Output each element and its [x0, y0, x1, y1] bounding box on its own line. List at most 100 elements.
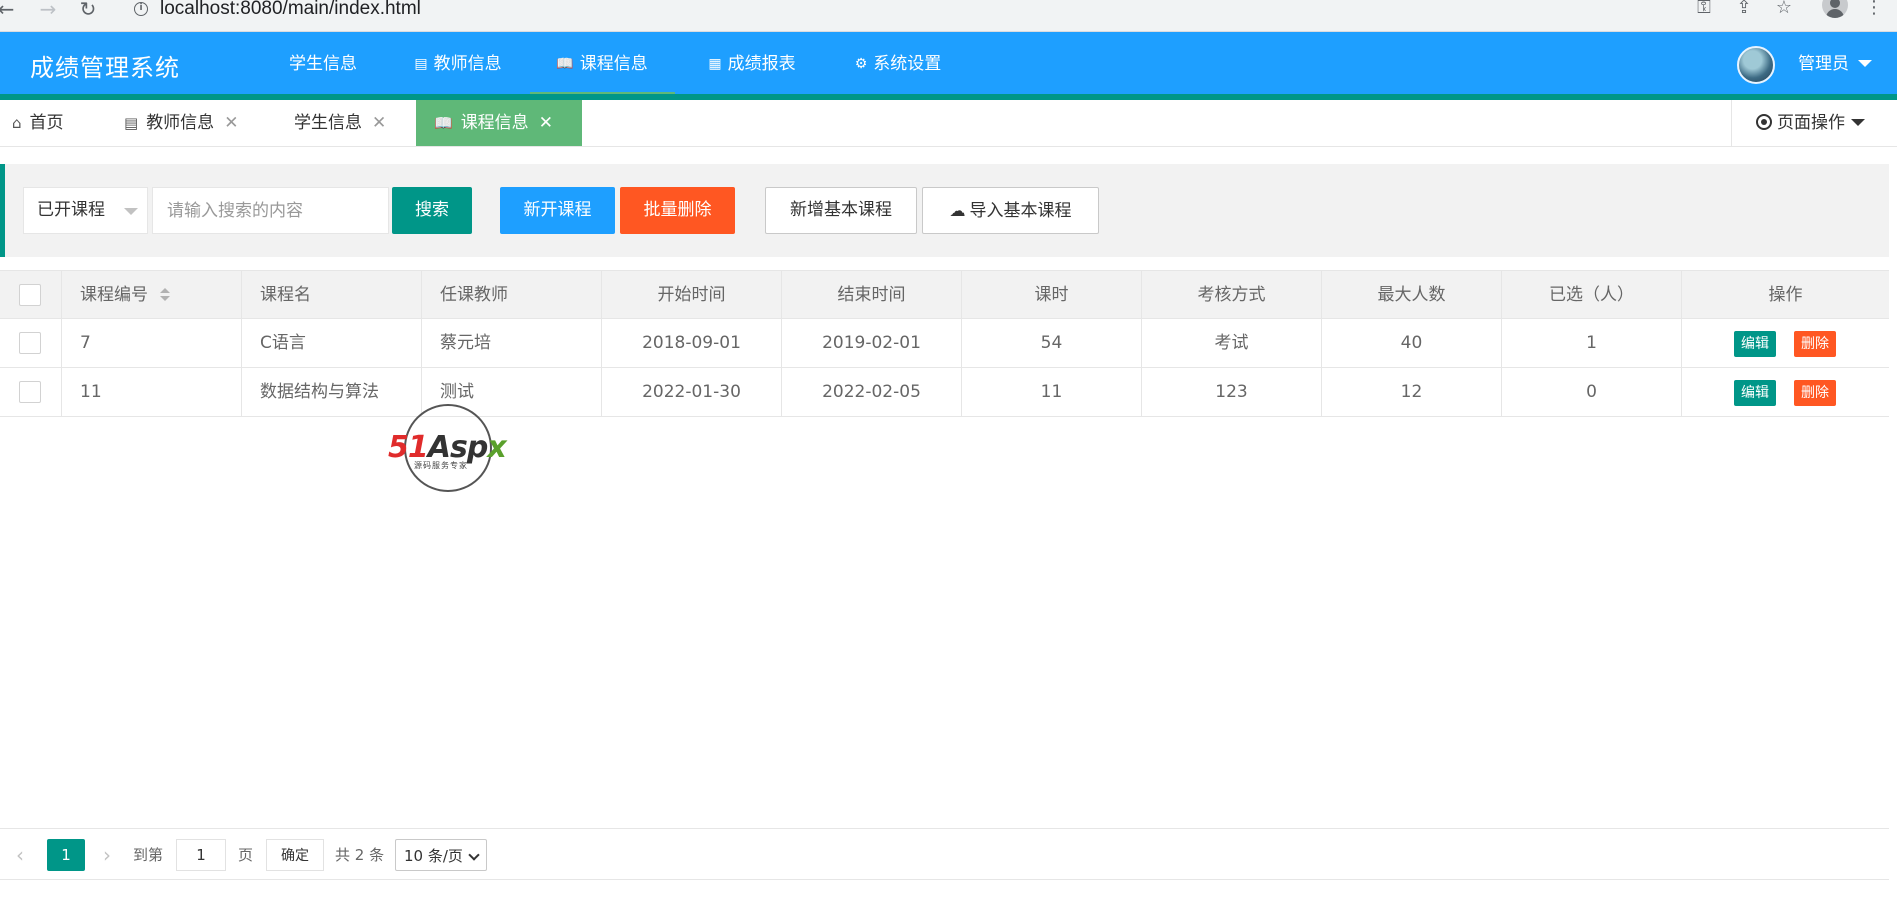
top-header: 成绩管理系统 学生信息 ▤ 教师信息 📖 课程信息 ▦ 成绩报表 ⚙ 系统设置 管理员	[0, 32, 1897, 97]
edit-button[interactable]: 编辑	[1734, 380, 1776, 406]
cell-max-students: 40	[1322, 319, 1502, 367]
header-actions: 操作	[1768, 285, 1803, 305]
page-number-current[interactable]: 1	[47, 839, 85, 871]
per-page-value: 10 条/页	[404, 847, 463, 865]
nav-student-info[interactable]: 学生信息	[288, 32, 358, 96]
table-icon: ▦	[708, 56, 722, 72]
search-toolbar: 已开课程 搜索 新开课程 批量删除 新增基本课程 ☁导入基本课程	[0, 164, 1889, 257]
cell-hours: 11	[962, 368, 1142, 416]
delete-button[interactable]: 删除	[1794, 380, 1836, 406]
home-icon: ⌂	[12, 114, 22, 132]
tab-course-info[interactable]: 📖 课程信息 ✕	[416, 100, 582, 146]
site-info-icon[interactable]: i	[134, 2, 148, 16]
batch-delete-button[interactable]: 批量删除	[620, 187, 735, 234]
row-checkbox[interactable]	[19, 381, 41, 403]
page-operations-menu[interactable]: 页面操作	[1731, 100, 1897, 146]
reload-icon[interactable]: ↻	[76, 0, 100, 20]
new-course-button[interactable]: 新开课程	[500, 187, 615, 234]
watermark-logo: 51Aspx 源码服务专家	[388, 404, 512, 494]
profile-icon[interactable]	[1822, 0, 1848, 18]
add-basic-course-button[interactable]: 新增基本课程	[765, 187, 917, 234]
forward-arrow-icon[interactable]: →	[36, 0, 60, 20]
confirm-page-button[interactable]: 确定	[266, 839, 324, 871]
book-icon: 📖	[434, 114, 453, 132]
nav-teacher-info[interactable]: ▤ 教师信息	[408, 32, 508, 96]
cell-course-id: 7	[62, 319, 242, 367]
cell-course-id: 11	[62, 368, 242, 416]
next-page-icon[interactable]: ›	[103, 839, 111, 871]
browser-toolbar: ← → ↻ i localhost:8080/main/index.html ⚿…	[0, 0, 1897, 32]
import-label: 导入基本课程	[969, 201, 1072, 221]
url-text[interactable]: localhost:8080/main/index.html	[160, 0, 421, 20]
nav-system-settings[interactable]: ⚙ 系统设置	[848, 32, 948, 96]
header-selected: 已选（人）	[1502, 271, 1682, 319]
sort-icon[interactable]	[160, 287, 170, 303]
caret-down-icon	[124, 208, 138, 215]
header-hours: 课时	[962, 271, 1142, 319]
key-icon[interactable]: ⚿	[1692, 0, 1716, 18]
watermark-subtitle: 源码服务专家	[414, 461, 468, 470]
nav-label: 成绩报表	[727, 54, 796, 74]
book-icon: 📖	[556, 56, 574, 72]
per-page-select[interactable]: 10 条/页	[395, 839, 487, 871]
clipboard-icon: ▤	[414, 56, 428, 72]
cell-start-time: 2022-01-30	[602, 368, 782, 416]
prev-page-icon[interactable]: ‹	[16, 839, 24, 871]
cell-course-name: C语言	[242, 319, 422, 367]
close-icon[interactable]: ✕	[539, 100, 553, 146]
cell-start-time: 2018-09-01	[602, 319, 782, 367]
goto-page-input[interactable]	[176, 839, 226, 871]
cell-end-time: 2022-02-05	[782, 368, 962, 416]
page-tabs: ⌂ 首页 ▤ 教师信息 ✕ 学生信息 ✕ 📖 课程信息 ✕ 页面操作	[0, 100, 1897, 147]
column-label: 课程编号	[80, 285, 148, 305]
app-logo: 成绩管理系统	[30, 54, 180, 82]
tab-label: 教师信息	[146, 113, 215, 133]
tab-label: 课程信息	[460, 113, 529, 133]
tab-student-info[interactable]: 学生信息 ✕	[294, 100, 404, 146]
cell-selected: 0	[1502, 368, 1682, 416]
select-all-checkbox[interactable]	[19, 284, 41, 306]
table-row: 11 数据结构与算法 测试 2022-01-30 2022-02-05 11 1…	[0, 368, 1889, 417]
page-label: 页	[238, 846, 254, 864]
cell-teacher: 蔡元培	[422, 319, 602, 367]
chevron-down-icon	[468, 849, 480, 861]
pagination: ‹ 1 › 到第 页 确定 共 2 条 10 条/页	[0, 828, 1889, 880]
table-header: 课程编号 课程名 任课教师 开始时间 结束时间 课时 考核方式 最大人数 已选（…	[0, 270, 1889, 319]
more-menu-icon[interactable]: ⋮	[1862, 0, 1886, 18]
gear-icon: ⚙	[854, 56, 868, 72]
row-checkbox[interactable]	[19, 332, 41, 354]
back-arrow-icon[interactable]: ←	[0, 0, 18, 20]
close-icon[interactable]: ✕	[372, 100, 386, 146]
delete-button[interactable]: 删除	[1794, 331, 1836, 357]
nav-label: 学生信息	[289, 54, 357, 74]
tab-teacher-info[interactable]: ▤ 教师信息 ✕	[124, 100, 254, 146]
user-menu[interactable]: 管理员	[1798, 32, 1849, 96]
nav-label: 课程信息	[579, 54, 648, 74]
header-teacher: 任课教师	[422, 271, 602, 319]
course-filter-select[interactable]: 已开课程	[23, 187, 148, 234]
header-exam-method: 考核方式	[1142, 271, 1322, 319]
caret-down-icon	[1851, 119, 1865, 126]
table-row: 7 C语言 蔡元培 2018-09-01 2019-02-01 54 考试 40…	[0, 319, 1889, 368]
header-course-name: 课程名	[242, 271, 422, 319]
cell-hours: 54	[962, 319, 1142, 367]
header-course-id[interactable]: 课程编号	[62, 271, 242, 319]
header-max-students: 最大人数	[1322, 271, 1502, 319]
edit-button[interactable]: 编辑	[1734, 331, 1776, 357]
share-icon[interactable]: ⇪	[1732, 0, 1756, 18]
search-input[interactable]	[152, 187, 389, 234]
nav-label: 教师信息	[433, 54, 502, 74]
search-button[interactable]: 搜索	[392, 187, 472, 234]
import-basic-course-button[interactable]: ☁ 导入基本课程	[922, 187, 1099, 234]
close-icon[interactable]: ✕	[224, 100, 238, 146]
bookmark-star-icon[interactable]: ☆	[1772, 0, 1796, 18]
tab-home[interactable]: ⌂ 首页	[12, 100, 117, 146]
cell-selected: 1	[1502, 319, 1682, 367]
nav-course-info[interactable]: 📖 课程信息	[552, 32, 652, 96]
nav-grade-report[interactable]: ▦ 成绩报表	[702, 32, 802, 96]
cell-actions: 编辑 删除	[1682, 319, 1889, 367]
caret-down-icon[interactable]	[1858, 60, 1872, 67]
avatar[interactable]	[1737, 46, 1775, 84]
cloud-upload-icon: ☁	[949, 201, 966, 220]
tab-label: 首页	[29, 113, 64, 133]
